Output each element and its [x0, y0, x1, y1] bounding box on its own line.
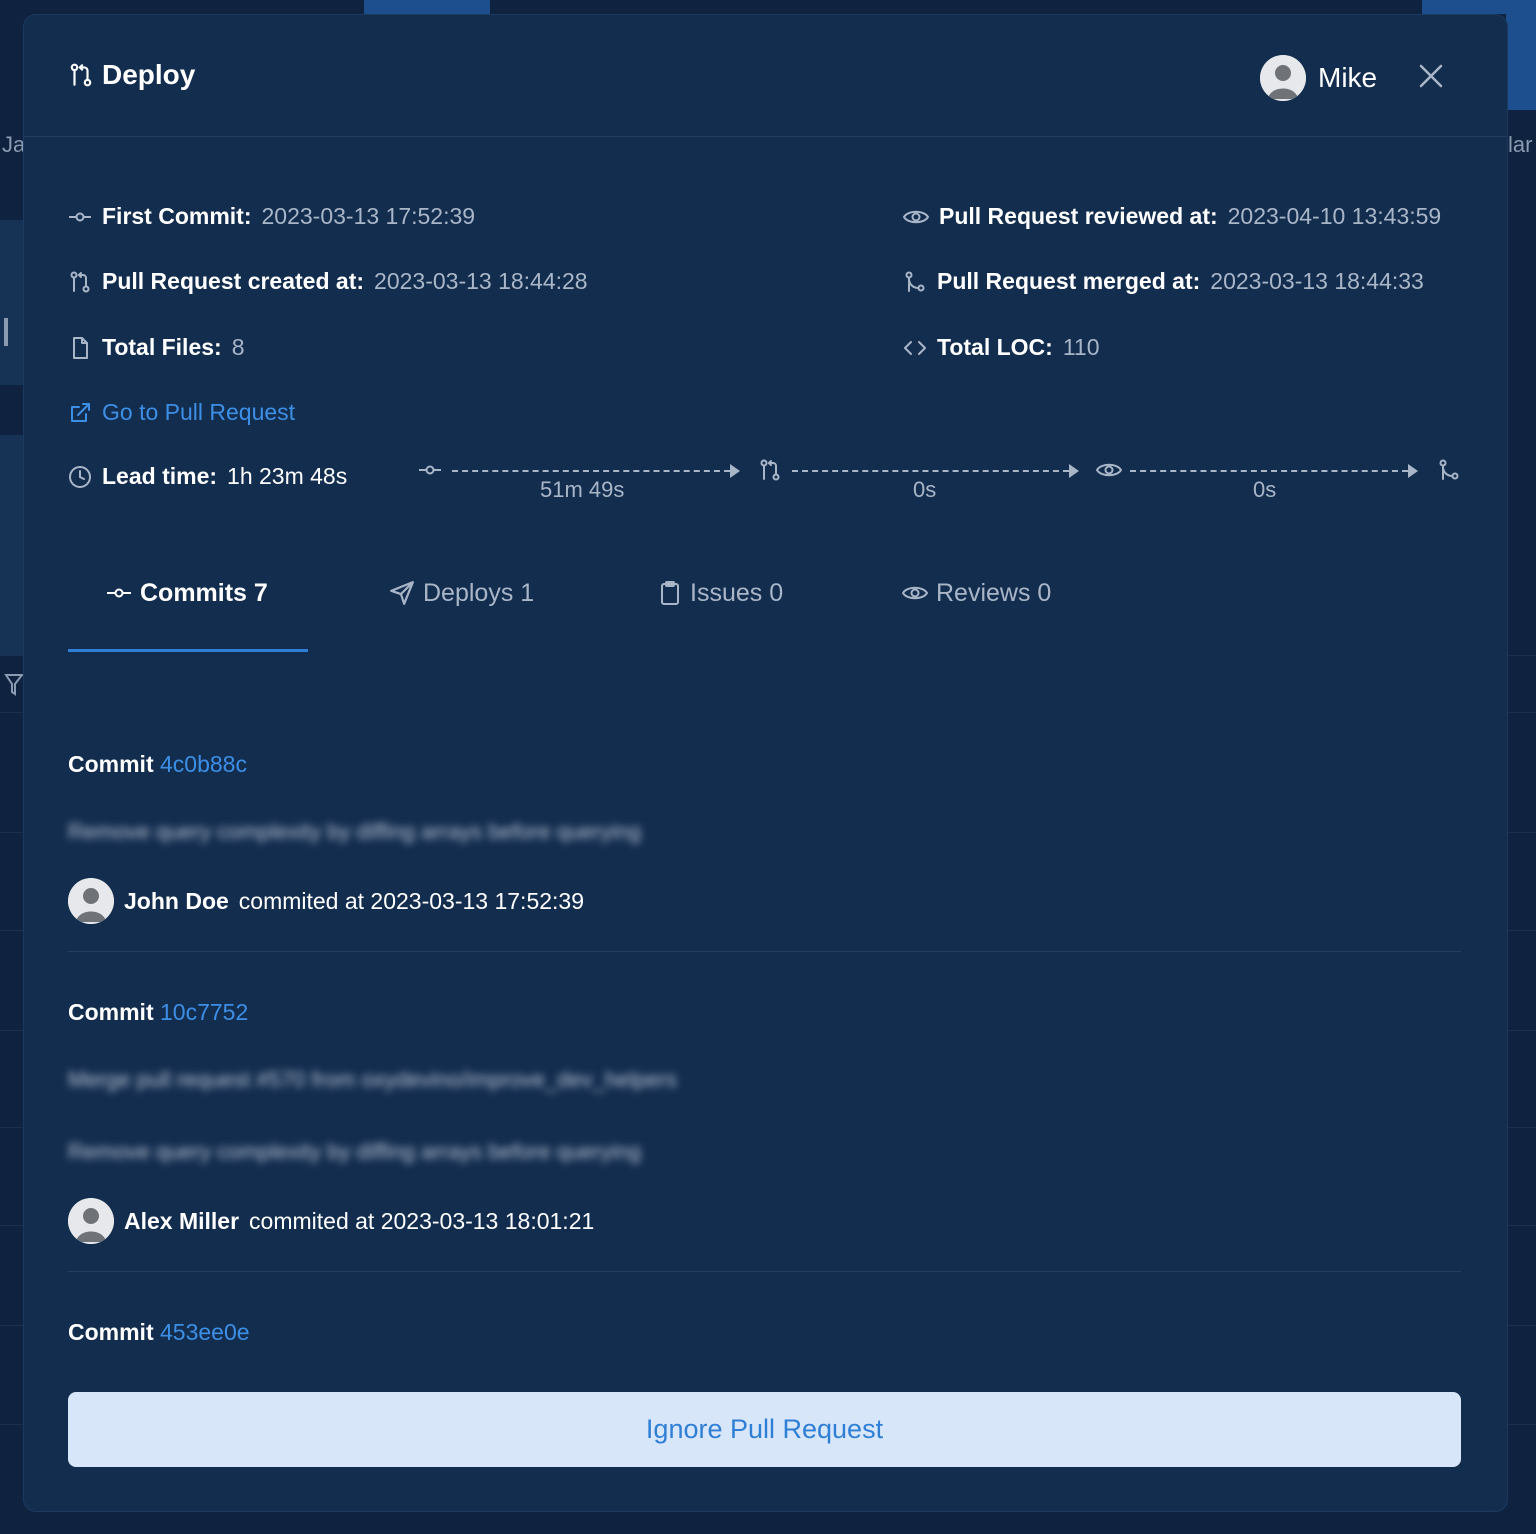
- pr-merged-value: 2023-03-13 18:44:33: [1210, 268, 1424, 294]
- total-loc-value: 110: [1062, 334, 1100, 360]
- timeline-dash: [452, 470, 730, 472]
- ignore-pull-request-button[interactable]: Ignore Pull Request: [68, 1392, 1461, 1467]
- modal-header: Deploy Mike: [24, 15, 1507, 137]
- pull-request-icon: [70, 63, 92, 87]
- commit-timestamp: commited at 2023-03-13 17:52:39: [238, 887, 585, 914]
- commit-hash-link[interactable]: 10c7752: [160, 999, 248, 1025]
- tab-issues[interactable]: Issues 0: [658, 570, 783, 616]
- background-tab: [364, 0, 490, 14]
- timeline-dash: [1130, 470, 1408, 472]
- pr-reviewed-label: Pull Request reviewed at:: [939, 203, 1218, 229]
- background-panel: [0, 220, 24, 385]
- code-icon: [904, 340, 926, 355]
- total-loc-row: Total LOC: 110: [903, 334, 1100, 361]
- background-bar: [4, 318, 8, 346]
- commit-title: Commit 10c7752: [68, 999, 248, 1026]
- lead-time-value: 1h 23m 48s: [227, 463, 348, 489]
- filter-icon[interactable]: [4, 672, 24, 698]
- merge-icon: [905, 271, 925, 292]
- commit-message: Merge pull request #570 from oxydevino/i…: [68, 1067, 678, 1092]
- lead-time-label: Lead time:: [102, 463, 218, 489]
- tab-reviews-label: Reviews 0: [936, 578, 1052, 607]
- commit-message: Remove query complexity by diffing array…: [68, 819, 642, 844]
- background-panel: [0, 435, 24, 655]
- commit-message: Remove query complexity by diffing array…: [68, 1139, 642, 1164]
- eye-icon: [903, 210, 929, 223]
- commit-author-name: John Doe: [124, 887, 229, 914]
- tab-commits-label: Commits 7: [140, 578, 268, 607]
- tab-reviews[interactable]: Reviews 0: [902, 570, 1051, 616]
- commit-title: Commit 453ee0e: [68, 1319, 250, 1346]
- commit-tabs: Commits 7 Deploys 1 Issues 0 Reviews 0: [68, 570, 1461, 652]
- user-name: Mike: [1318, 62, 1378, 93]
- clock-icon: [69, 465, 91, 488]
- background-label: Ja: [2, 132, 26, 157]
- timeline-duration: 0s: [913, 477, 937, 502]
- first-commit-value: 2023-03-13 17:52:39: [261, 203, 476, 229]
- first-commit-row: First Commit: 2023-03-13 17:52:39: [68, 203, 475, 230]
- close-icon[interactable]: [1416, 61, 1446, 91]
- modal-title: Deploy: [102, 59, 196, 90]
- file-icon: [73, 336, 88, 359]
- commit-divider: [68, 951, 1461, 952]
- eye-icon: [1096, 463, 1122, 477]
- pr-merged-row: Pull Request merged at: 2023-03-13 18:44…: [903, 268, 1424, 295]
- timeline-dash: [792, 470, 1069, 472]
- commit-author-row: Alex Miller commited at 2023-03-13 18:01…: [68, 1198, 594, 1244]
- pr-created-value: 2023-03-13 18:44:28: [374, 268, 588, 294]
- go-to-pull-request-link[interactable]: Go to Pull Request: [68, 399, 295, 426]
- commit-hash-link[interactable]: 453ee0e: [160, 1319, 250, 1345]
- commit-icon: [419, 465, 441, 475]
- first-commit-label: First Commit:: [102, 203, 252, 229]
- tab-commits[interactable]: Commits 7: [106, 570, 268, 616]
- total-files-row: Total Files: 8: [68, 334, 245, 361]
- lead-time-row: Lead time: 1h 23m 48s: [68, 463, 347, 490]
- clipboard-icon: [661, 581, 679, 605]
- background-panel: [1506, 0, 1536, 110]
- commit-timestamp: commited at 2023-03-13 18:01:21: [249, 1207, 595, 1234]
- commit-author-row: John Doe commited at 2023-03-13 17:52:39: [68, 878, 584, 924]
- total-loc-label: Total LOC:: [937, 334, 1053, 360]
- commit-author-name: Alex Miller: [124, 1207, 240, 1234]
- active-tab-indicator: [68, 649, 308, 652]
- commit-title: Commit 4c0b88c: [68, 751, 247, 778]
- pr-reviewed-row: Pull Request reviewed at: 2023-04-10 13:…: [903, 203, 1441, 230]
- pr-reviewed-value: 2023-04-10 13:43:59: [1227, 203, 1442, 229]
- avatar: [68, 1198, 114, 1244]
- commit-label: Commit: [68, 751, 154, 777]
- timeline-arrow: [730, 464, 740, 478]
- tab-deploys-label: Deploys 1: [423, 578, 535, 607]
- tab-deploys[interactable]: Deploys 1: [389, 570, 534, 616]
- pull-request-icon: [760, 459, 780, 481]
- total-files-value: 8: [231, 334, 245, 360]
- total-files-label: Total Files:: [102, 334, 222, 360]
- commit-icon: [107, 588, 131, 598]
- avatar: [68, 878, 114, 924]
- send-icon: [390, 581, 414, 605]
- avatar: [1260, 55, 1306, 101]
- commit-divider: [68, 1271, 1461, 1272]
- timeline-duration: 51m 49s: [540, 477, 625, 502]
- deploy-modal: Deploy Mike First Commit: 2023-03-13 17:…: [24, 15, 1507, 1511]
- pr-created-label: Pull Request created at:: [102, 268, 365, 294]
- user-profile[interactable]: Mike: [1260, 55, 1377, 101]
- commit-hash-link[interactable]: 4c0b88c: [160, 751, 247, 777]
- commit-icon: [69, 212, 91, 221]
- timeline-arrow: [1408, 464, 1418, 478]
- pr-merged-label: Pull Request merged at:: [937, 268, 1201, 294]
- modal-title-wrap: Deploy: [68, 59, 195, 91]
- timeline-duration: 0s: [1253, 477, 1277, 502]
- tab-issues-label: Issues 0: [690, 578, 784, 607]
- commit-label: Commit: [68, 999, 154, 1025]
- pull-request-icon: [70, 271, 90, 292]
- background-label: lar: [1508, 132, 1533, 157]
- merge-icon: [1439, 459, 1459, 480]
- timeline-arrow: [1069, 464, 1079, 478]
- pr-created-row: Pull Request created at: 2023-03-13 18:4…: [68, 268, 588, 295]
- external-link-icon: [71, 402, 90, 422]
- go-to-pull-request-label: Go to Pull Request: [102, 399, 296, 425]
- eye-icon: [902, 586, 928, 600]
- commit-label: Commit: [68, 1319, 154, 1345]
